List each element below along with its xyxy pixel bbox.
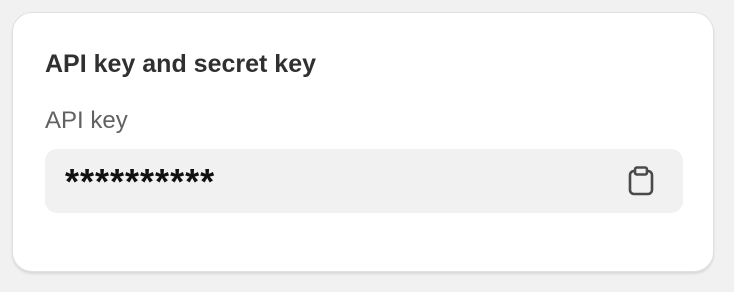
clipboard-icon <box>628 166 654 196</box>
api-keys-card: API key and secret key API key *********… <box>12 12 714 272</box>
copy-api-key-button[interactable] <box>625 165 657 197</box>
card-title: API key and secret key <box>45 50 316 78</box>
api-key-value: ********** <box>65 161 216 202</box>
api-key-field: ********** <box>45 149 683 213</box>
api-key-label: API key <box>45 107 128 134</box>
